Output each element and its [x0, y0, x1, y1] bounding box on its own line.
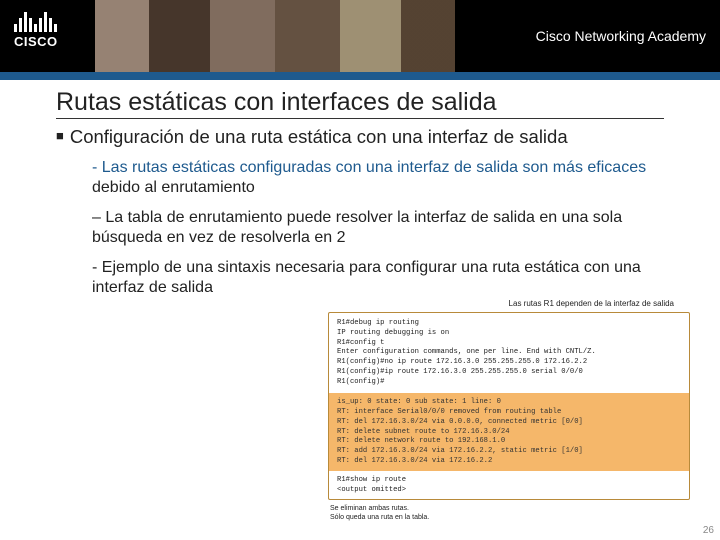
square-bullet-icon: ■: [56, 128, 64, 143]
slide-header: CISCO Cisco Networking Academy: [0, 0, 720, 80]
bullet-1-tail: debido al enrutamiento: [92, 179, 255, 196]
terminal-window: R1#debug ip routing IP routing debugging…: [328, 312, 690, 500]
subtitle-text: Configuración de una ruta estática con u…: [70, 126, 568, 147]
terminal-output-highlight: is_up: 0 state: 0 sub state: 1 line: 0 R…: [329, 393, 689, 471]
cisco-logo-text: CISCO: [14, 34, 58, 49]
terminal-output-top: R1#debug ip routing IP routing debugging…: [329, 313, 689, 393]
bullet-3: - Ejemplo de una sintaxis necesaria para…: [92, 258, 654, 298]
cisco-logo: CISCO: [14, 10, 58, 49]
terminal-figure: Las rutas R1 dependen de la interfaz de …: [328, 299, 690, 522]
bullet-1-lead: - Las rutas estáticas configuradas con u…: [92, 159, 553, 176]
slide-title: Rutas estáticas con interfaces de salida: [56, 88, 664, 119]
terminal-caption: Las rutas R1 dependen de la interfaz de …: [328, 299, 690, 308]
terminal-footer-line2: Sólo queda una ruta en la tabla.: [330, 513, 688, 522]
academy-label: Cisco Networking Academy: [536, 28, 706, 44]
terminal-footer-line1: Se eliminan ambas rutas.: [330, 504, 688, 513]
bullet-2: – La tabla de enrutamiento puede resolve…: [92, 208, 654, 248]
header-accent-bar: [0, 72, 720, 80]
slide-subtitle: ■ Configuración de una ruta estática con …: [56, 125, 664, 148]
cisco-logo-bars: [14, 10, 58, 32]
header-photo-strip: [95, 0, 455, 80]
slide-content: Rutas estáticas con interfaces de salida…: [0, 80, 720, 298]
bullet-1-emph: más eficaces: [553, 159, 646, 176]
body-block: - Las rutas estáticas configuradas con u…: [56, 158, 664, 298]
terminal-footer: Se eliminan ambas rutas. Sólo queda una …: [328, 500, 690, 522]
terminal-output-bottom: R1#show ip route <output omitted>: [329, 471, 689, 498]
bullet-1: - Las rutas estáticas configuradas con u…: [92, 158, 654, 198]
page-number: 26: [703, 525, 714, 536]
